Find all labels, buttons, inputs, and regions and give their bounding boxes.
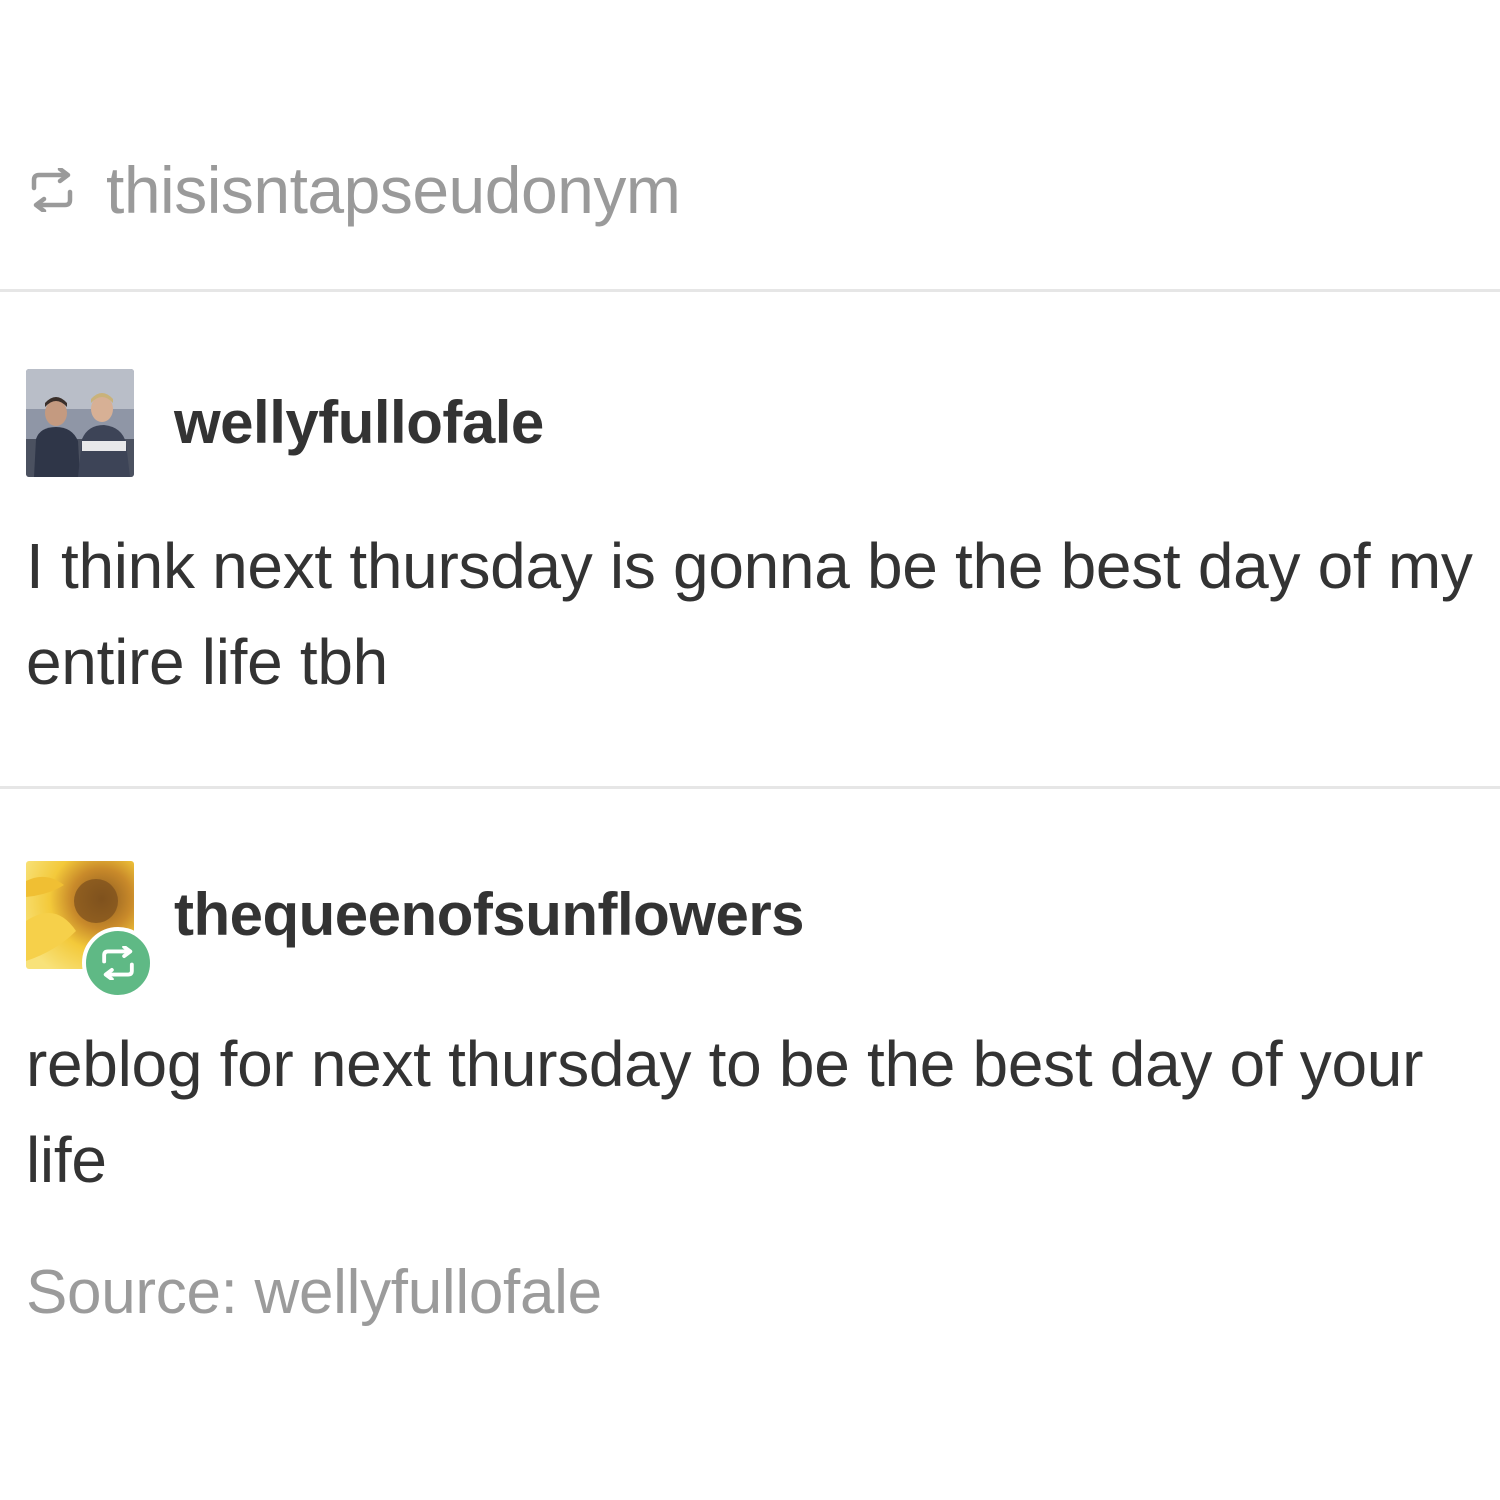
reblog-icon (26, 166, 84, 214)
divider (0, 289, 1500, 292)
reblog-username[interactable]: thisisntapseudonym (106, 157, 681, 223)
reblog-icon (102, 946, 134, 980)
post-body: reblog for next thursday to be the best … (26, 1028, 1424, 1196)
reblog-post: thequeenofsunflowers reblog for next thu… (26, 860, 1486, 1208)
reblog-header[interactable]: thisisntapseudonym (26, 150, 681, 230)
post-body: I think next thursday is gonna be the be… (26, 530, 1473, 698)
divider (0, 786, 1500, 789)
post-username[interactable]: wellyfullofale (174, 393, 544, 453)
post-header: wellyfullofale (26, 368, 1486, 478)
original-post: wellyfullofale I think next thursday is … (26, 368, 1486, 710)
avatar[interactable] (26, 861, 154, 999)
reblog-badge (82, 927, 154, 999)
tumblr-post-screenshot: thisisntapseudonym wellyfullofale I thin… (0, 0, 1500, 1500)
avatar[interactable] (26, 369, 134, 477)
source-link[interactable]: Source: wellyfullofale (26, 1262, 602, 1324)
photo-avatar (26, 369, 134, 477)
post-username[interactable]: thequeenofsunflowers (174, 885, 805, 945)
post-header: thequeenofsunflowers (26, 860, 1486, 999)
